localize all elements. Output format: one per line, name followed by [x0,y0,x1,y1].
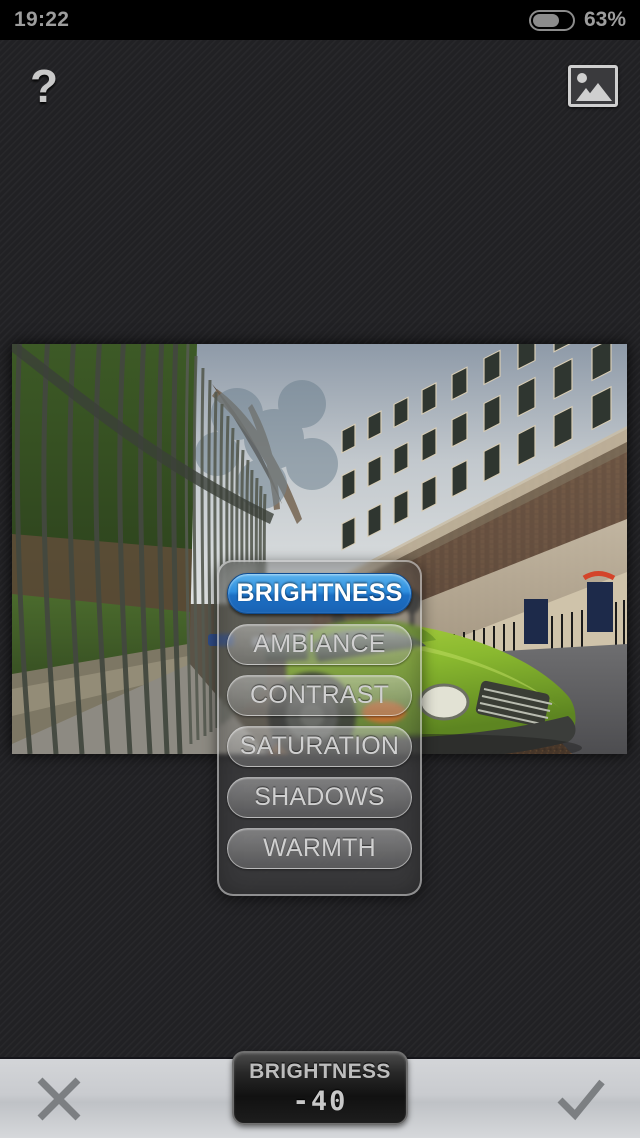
battery-percent-label: 63% [583,8,626,31]
menu-item-saturation[interactable]: SATURATION [227,726,412,767]
checkmark-icon[interactable] [552,1070,610,1128]
menu-item-brightness[interactable]: BRIGHTNESS [227,573,412,614]
checkmark-glyph [557,1079,605,1120]
readout-label: BRIGHTNESS [249,1059,391,1083]
close-x-glyph [37,1077,81,1120]
top-toolbar: ? [0,40,640,132]
gallery-mountain-shape [574,81,612,101]
menu-item-contrast[interactable]: CONTRAST [227,675,412,716]
close-x-icon[interactable] [30,1070,88,1128]
readout-value: -40 [292,1085,348,1117]
status-bar: 19:22 63% [0,0,640,40]
photo-gallery-icon[interactable] [568,65,618,107]
battery-fill [532,13,560,27]
battery-icon [528,9,575,31]
menu-item-shadows[interactable]: SHADOWS [227,777,412,818]
question-mark-icon[interactable]: ? [22,63,66,109]
menu-item-warmth[interactable]: WARMTH [227,828,412,869]
status-time: 19:22 [14,8,70,31]
status-right-group: 63% [528,8,626,32]
app-screen: 19:22 63% ? BRIGHTNESS AMBIANCE CONTRAST… [0,0,640,1138]
value-readout: BRIGHTNESS -40 [232,1051,408,1125]
adjustment-menu-panel: BRIGHTNESS AMBIANCE CONTRAST SATURATION … [217,560,422,896]
bottom-toolbar: BRIGHTNESS -40 [0,1051,640,1138]
menu-item-ambiance[interactable]: AMBIANCE [227,624,412,665]
